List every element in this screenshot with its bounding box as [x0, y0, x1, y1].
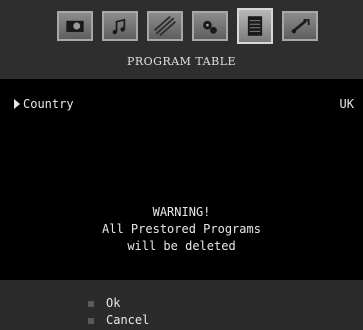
warning-line: All Prestored Programs	[102, 222, 261, 236]
picture-icon	[66, 20, 84, 33]
country-label: Country	[23, 97, 74, 111]
tab-program-table[interactable]	[237, 8, 273, 44]
menu-title: PROGRAM TABLE	[126, 55, 237, 68]
source-icon	[291, 19, 310, 34]
option-bullet-icon	[88, 318, 94, 324]
ok-label: Ok	[106, 296, 121, 310]
feature-icon	[154, 15, 176, 37]
warning-title: WARNING!	[152, 205, 211, 219]
options-footer	[0, 280, 363, 330]
tab-sound[interactable]	[102, 11, 138, 41]
tab-source[interactable]	[282, 11, 318, 41]
tab-install[interactable]	[192, 11, 228, 41]
country-setting-row[interactable]: Country UK	[14, 97, 354, 113]
warning-line: will be deleted	[127, 239, 236, 253]
tv-menu-screen: PROGRAM TABLE Country UK WARNING! All Pr…	[0, 0, 363, 330]
warning-message: WARNING! All Prestored Programs will be …	[0, 204, 363, 255]
menu-tab-bar	[57, 8, 319, 44]
selection-arrow-icon	[14, 99, 20, 109]
tab-picture[interactable]	[57, 11, 93, 41]
tab-feature[interactable]	[147, 11, 183, 41]
option-bullet-icon	[88, 301, 94, 307]
install-icon	[203, 20, 217, 34]
country-value: UK	[339, 97, 354, 111]
menu-header: PROGRAM TABLE	[0, 0, 363, 79]
cancel-label: Cancel	[106, 313, 150, 327]
sound-icon	[112, 18, 126, 35]
program-table-icon	[247, 16, 263, 36]
